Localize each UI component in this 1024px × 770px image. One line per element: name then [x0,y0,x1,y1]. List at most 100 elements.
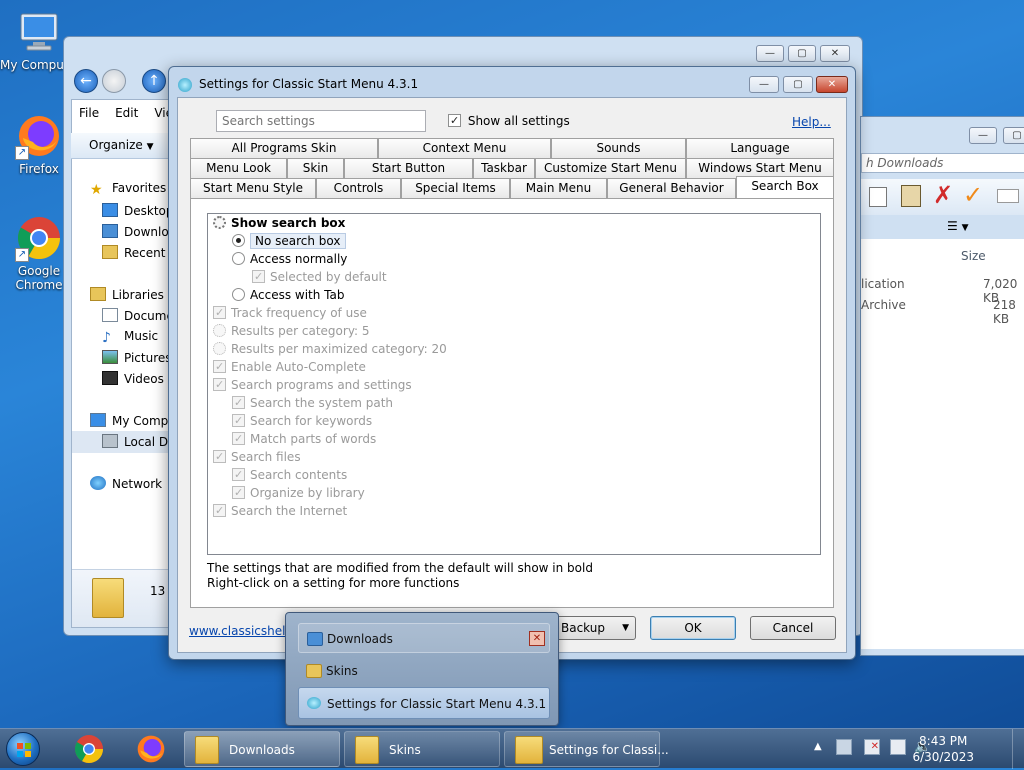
checkbox-box[interactable] [213,450,226,463]
settings-dialog[interactable]: Settings for Classic Start Menu 4.3.1 — … [168,66,856,660]
popup-item-skins[interactable]: Skins [298,656,550,686]
checkbox-box[interactable] [232,486,245,499]
close-button[interactable]: ✕ [820,45,850,62]
tab-sounds[interactable]: Sounds [551,138,686,158]
menu-edit[interactable]: Edit [107,101,146,125]
checkbox-box[interactable] [213,378,226,391]
radio-button[interactable] [232,252,245,265]
setting-search-for-keywords[interactable]: Search for keywords [232,414,372,428]
taskbar-button-downloads[interactable]: Downloads [184,731,340,767]
minimize-button[interactable]: — [756,45,784,62]
organize-button[interactable]: Organize ▼ [89,138,154,152]
minimize-button[interactable]: — [969,127,997,144]
search-settings-field[interactable] [216,110,426,132]
setting-search-the-internet[interactable]: Search the Internet [213,504,347,518]
maximize-button[interactable]: ▢ [788,45,816,62]
delete-icon[interactable]: ✗ [933,181,953,209]
setting-selected-by-default[interactable]: Selected by default [252,270,387,284]
menu-file[interactable]: File [71,101,107,125]
tab-menu-look[interactable]: Menu Look [190,158,287,178]
taskbar-chrome[interactable] [68,733,110,765]
setting-results-per-maximized-category[interactable]: Results per maximized category: 20 [213,342,447,356]
tab-controls[interactable]: Controls [316,178,401,198]
setting-match-parts-of-words[interactable]: Match parts of words [232,432,376,446]
popup-item-settings[interactable]: Settings for Classic Start Menu 4.3.1 [298,687,550,719]
nav-network[interactable]: Network [90,476,162,491]
copy-icon[interactable] [869,187,887,207]
setting-access-with-tab[interactable]: Access with Tab [232,288,344,302]
taskbar-button-skins[interactable]: Skins [344,731,500,767]
maximize-button[interactable]: ▢ [783,76,813,93]
tab-customize-start-menu[interactable]: Customize Start Menu [535,158,686,178]
checkbox-box[interactable] [213,306,226,319]
taskbar-firefox[interactable] [130,733,172,765]
nav-pictures[interactable]: Pictures [102,350,172,365]
tab-main-menu[interactable]: Main Menu [510,178,607,198]
radio-button[interactable] [232,288,245,301]
nav-favorites[interactable]: ★ Favorites [90,181,166,198]
column-header-size[interactable]: Size [961,249,986,263]
tab-general-behavior[interactable]: General Behavior [607,178,736,198]
cancel-button[interactable]: Cancel [750,616,836,640]
show-desktop-button[interactable] [1012,729,1024,769]
properties-icon[interactable] [997,189,1019,203]
setting-access-normally[interactable]: Access normally [232,252,347,266]
nav-local-disk[interactable]: Local Disk [72,431,185,453]
checkbox-box[interactable] [252,270,265,283]
check-icon[interactable]: ✓ [963,181,983,209]
tab-language[interactable]: Language [686,138,834,158]
setting-organize-by-library[interactable]: Organize by library [232,486,365,500]
checkbox-box[interactable] [213,504,226,517]
taskbar-button-settings[interactable]: Settings for Classi... [504,731,669,767]
nav-libraries[interactable]: Libraries [90,287,164,302]
clock[interactable]: 8:43 PM 6/30/2023 [912,733,974,765]
setting-search-files[interactable]: Search files [213,450,301,464]
checkbox-box[interactable] [232,396,245,409]
setting-search-programs-and-settings[interactable]: Search programs and settings [213,378,412,392]
search-input[interactable] [217,111,425,131]
setting-results-per-category[interactable]: Results per category: 5 [213,324,370,338]
nav-desktop[interactable]: Desktop [102,203,174,218]
checkbox-box[interactable] [448,114,461,127]
show-hidden-icons-arrow[interactable]: ▲ [814,741,822,752]
popup-item-downloads[interactable]: Downloads ✕ [298,623,550,653]
tab-start-button[interactable]: Start Button [344,158,473,178]
tab-all-programs-skin[interactable]: All Programs Skin [190,138,378,158]
close-button[interactable]: ✕ [816,76,848,93]
checkbox-box[interactable] [232,432,245,445]
maximize-button[interactable]: ▢ [1003,127,1024,144]
nav-music[interactable]: ♪ Music [102,329,158,346]
help-link[interactable]: Help... [792,115,831,129]
show-all-settings-checkbox[interactable]: Show all settings [448,114,570,128]
tab-context-menu[interactable]: Context Menu [378,138,551,158]
ok-button[interactable]: OK [650,616,736,640]
setting-track-frequency[interactable]: Track frequency of use [213,306,367,320]
checkbox-box[interactable] [213,360,226,373]
tab-taskbar[interactable]: Taskbar [473,158,535,178]
back-button[interactable]: ← [74,69,98,93]
minimize-button[interactable]: — [749,76,779,93]
tab-windows-start-menu[interactable]: Windows Start Menu [686,158,834,178]
network-error-icon[interactable]: ✕ [864,739,880,755]
tab-search-box[interactable]: Search Box [736,176,834,198]
view-options[interactable]: ☰ ▼ [947,219,969,233]
up-button[interactable]: ↑ [142,69,166,93]
setting-enable-auto-complete[interactable]: Enable Auto-Complete [213,360,366,374]
paste-icon[interactable] [901,185,921,207]
action-center-icon[interactable] [836,739,852,755]
checkbox-box[interactable] [232,414,245,427]
tab-start-menu-style[interactable]: Start Menu Style [190,178,316,198]
forward-button[interactable] [102,69,126,93]
start-button[interactable] [6,732,40,766]
network-icon[interactable] [890,739,906,755]
setting-search-contents[interactable]: Search contents [232,468,347,482]
setting-show-search-box[interactable]: Show search box [213,216,345,230]
settings-tree[interactable]: Show search box No search box Access nor… [207,213,821,555]
checkbox-box[interactable] [232,468,245,481]
setting-search-system-path[interactable]: Search the system path [232,396,393,410]
address-bar[interactable]: h Downloads [861,153,1024,173]
tab-special-items[interactable]: Special Items [401,178,510,198]
backup-button[interactable]: Backup ▼ [554,616,636,640]
radio-button[interactable] [232,234,245,247]
downloads-explorer-window[interactable]: — ▢ h Downloads ✗ ✓ ☰ ▼ Size lication 7,… [860,116,1024,656]
